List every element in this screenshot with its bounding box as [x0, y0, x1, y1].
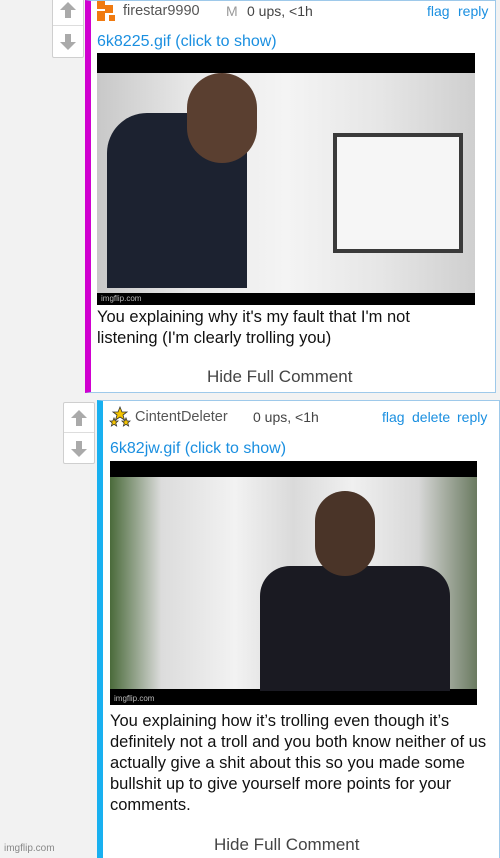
comment-thread: firestar9990 M 0 ups, <1h flag reply 6k8…	[0, 0, 500, 858]
star-rank-icon	[109, 406, 131, 427]
gif-image[interactable]: imgflip.com	[97, 53, 475, 305]
comment-card: CintentDeleter 0 ups, <1h flag delete re…	[97, 400, 500, 858]
avatar	[97, 1, 115, 21]
flag-link[interactable]: flag	[427, 3, 450, 19]
delete-link[interactable]: delete	[412, 409, 450, 425]
gif-image[interactable]: imgflip.com	[110, 461, 477, 705]
vote-box	[63, 402, 95, 464]
hide-full-comment-button[interactable]: Hide Full Comment	[214, 835, 360, 855]
comment-meta: 0 ups, <1h	[247, 3, 313, 19]
reply-link[interactable]: reply	[458, 3, 488, 19]
upvote-button[interactable]	[53, 0, 83, 26]
reply-link[interactable]: reply	[457, 409, 487, 425]
arrow-up-icon	[60, 2, 76, 18]
comment-caption: You explaining how it’s trolling even th…	[110, 712, 487, 814]
flag-link[interactable]: flag	[382, 409, 405, 425]
arrow-down-icon	[60, 34, 76, 50]
imgflip-watermark: imgflip.com	[4, 843, 55, 854]
downvote-button[interactable]	[64, 434, 94, 463]
mod-badge: M	[226, 3, 238, 19]
downvote-button[interactable]	[53, 27, 83, 57]
arrow-up-icon	[71, 409, 87, 426]
upvote-button[interactable]	[64, 403, 94, 433]
vote-box	[52, 0, 84, 58]
gif-watermark: imgflip.com	[101, 294, 142, 303]
comment-meta: 0 ups, <1h	[253, 409, 319, 425]
arrow-down-icon	[71, 440, 87, 457]
comment-card: firestar9990 M 0 ups, <1h flag reply 6k8…	[85, 0, 496, 393]
gif-link[interactable]: 6k82jw.gif (click to show)	[110, 440, 286, 458]
username[interactable]: CintentDeleter	[135, 409, 228, 425]
comment-caption: You explaining why it's my fault that I'…	[97, 308, 410, 347]
username[interactable]: firestar9990	[123, 3, 200, 19]
gif-watermark: imgflip.com	[114, 694, 155, 703]
gif-link[interactable]: 6k8225.gif (click to show)	[97, 33, 277, 51]
hide-full-comment-button[interactable]: Hide Full Comment	[207, 367, 353, 387]
